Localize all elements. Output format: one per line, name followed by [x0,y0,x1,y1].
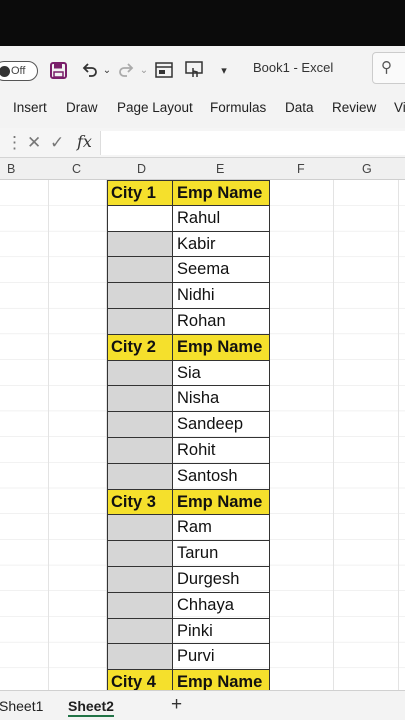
table-row: Sia [107,360,270,387]
emp-name-cell[interactable]: Santosh [173,463,270,490]
emp-name-cell[interactable]: Purvi [173,644,270,671]
table-row: Nidhi [107,283,270,309]
table-row: Pinki [107,618,270,645]
city-cell[interactable] [107,257,173,284]
table-row: Purvi [107,644,270,671]
search-icon: ⚲ [381,59,392,76]
city-cell[interactable] [107,515,173,542]
emp-name-cell[interactable]: Rohan [173,308,270,335]
formula-input[interactable] [100,131,405,155]
emp-name-cell[interactable]: Nisha [173,386,270,413]
table-row: Tarun [107,541,270,567]
table-header-row: City 2 Emp Name [107,334,270,361]
search-box[interactable]: ⚲ [372,52,405,84]
tab-formulas[interactable]: Formulas [210,100,266,115]
emp-name-cell[interactable]: Tarun [173,541,270,567]
table-row: Chhaya [107,592,270,619]
data-table: City 1 Emp Name Rahul Kabir Seema Nidhi … [107,180,270,696]
column-headers [0,158,405,180]
table-row: Rohit [107,437,270,464]
emp-name-cell[interactable]: Pinki [173,618,270,645]
tab-review[interactable]: Review [332,100,376,115]
toggle-knob [0,66,10,77]
table-row: Ram [107,515,270,542]
touch-mode-icon[interactable] [184,60,204,80]
city-cell[interactable] [107,386,173,413]
table-row: Seema [107,257,270,284]
city-cell[interactable] [107,541,173,567]
city-cell[interactable] [107,360,173,387]
column-header-f[interactable]: F [297,162,305,176]
emp-name-cell[interactable]: Durgesh [173,566,270,593]
emp-name-cell[interactable]: Rahul [173,205,270,232]
emp-name-cell[interactable]: Sandeep [173,412,270,438]
tab-view[interactable]: Vi [394,100,405,115]
emp-name-cell[interactable]: Chhaya [173,592,270,619]
city-cell[interactable] [107,283,173,309]
window-title: Book1 - Excel [253,60,334,75]
enter-icon[interactable]: ✓ [50,133,64,153]
city-cell[interactable] [107,644,173,671]
emp-name-cell[interactable]: Sia [173,360,270,387]
table-row: Durgesh [107,566,270,593]
city-header-cell[interactable]: City 1 [107,180,173,206]
tab-insert[interactable]: Insert [13,100,47,115]
redo-dropdown-icon[interactable]: ⌄ [134,60,154,80]
table-row: Rahul [107,205,270,232]
undo-dropdown-icon[interactable]: ⌄ [97,60,117,80]
column-header-d[interactable]: D [137,162,146,176]
column-header-g[interactable]: G [362,162,372,176]
city-cell[interactable] [107,592,173,619]
more-options-icon[interactable]: ⋮ [6,133,23,153]
sheet-tab-sheet1[interactable]: Sheet1 [0,698,43,714]
city-cell[interactable] [107,231,173,258]
autosave-label: Off [11,65,26,77]
table-row: Nisha [107,386,270,413]
sheet-tab-bar [0,690,405,720]
city-header-cell[interactable]: City 3 [107,489,173,516]
tab-draw[interactable]: Draw [66,100,98,115]
sheet-tab-sheet2[interactable]: Sheet2 [68,698,114,717]
column-header-e[interactable]: E [216,162,224,176]
emp-name-header-cell[interactable]: Emp Name [173,489,270,516]
device-bezel [0,0,405,46]
autosave-toggle[interactable]: Off [0,61,38,81]
city-cell[interactable] [107,437,173,464]
table-row: Sandeep [107,412,270,438]
tab-data[interactable]: Data [285,100,314,115]
save-icon[interactable] [48,60,68,80]
insert-function-icon[interactable]: fx [77,132,92,151]
city-cell[interactable] [107,463,173,490]
add-sheet-icon[interactable]: + [171,694,182,716]
table-header-row: City 3 Emp Name [107,489,270,516]
column-header-c[interactable]: C [72,162,81,176]
city-cell[interactable] [107,566,173,593]
emp-name-header-cell[interactable]: Emp Name [173,334,270,361]
emp-name-cell[interactable]: Seema [173,257,270,284]
emp-name-cell[interactable]: Kabir [173,231,270,258]
city-cell[interactable] [107,308,173,335]
table-row: Kabir [107,231,270,258]
emp-name-cell[interactable]: Rohit [173,437,270,464]
tab-page-layout[interactable]: Page Layout [117,100,193,115]
table-row: Santosh [107,463,270,490]
column-header-b[interactable]: B [7,162,15,176]
emp-name-cell[interactable]: Nidhi [173,283,270,309]
emp-name-cell[interactable]: Ram [173,515,270,542]
form-icon[interactable] [154,60,174,80]
city-cell[interactable] [107,618,173,645]
city-header-cell[interactable]: City 2 [107,334,173,361]
table-row: Rohan [107,308,270,335]
customize-toolbar-icon[interactable]: ▾ [214,60,234,80]
table-header-row: City 1 Emp Name [107,180,270,206]
city-cell[interactable] [107,205,173,232]
city-cell[interactable] [107,412,173,438]
redo-icon[interactable] [116,60,136,80]
emp-name-header-cell[interactable]: Emp Name [173,180,270,206]
cancel-icon[interactable]: ✕ [27,133,41,153]
